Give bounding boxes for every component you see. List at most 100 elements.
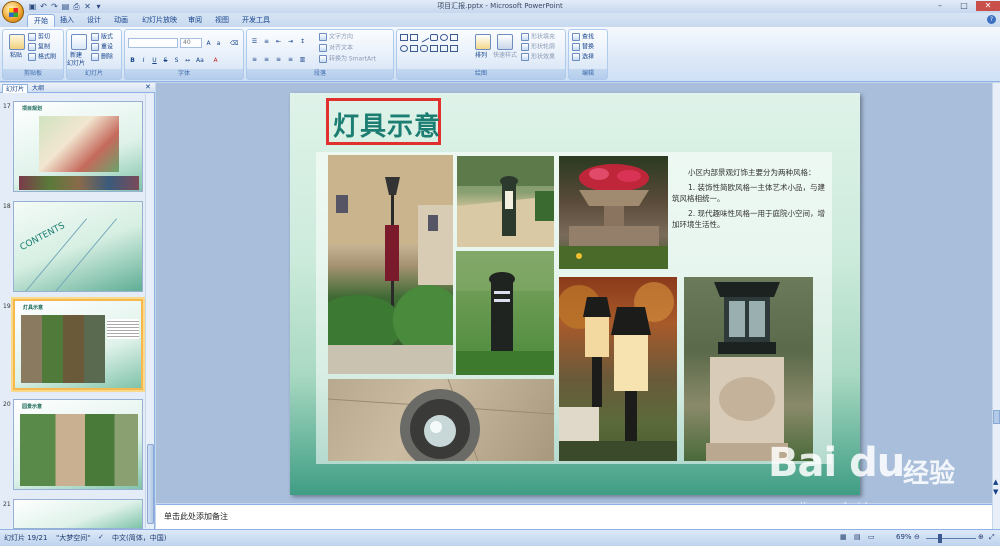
- scrollbar-thumb[interactable]: [993, 410, 1000, 424]
- tab-home[interactable]: 开始: [27, 14, 55, 27]
- font-size-field[interactable]: 40: [180, 38, 202, 48]
- street-lamp-photo[interactable]: [328, 155, 453, 374]
- more-shapes-icon[interactable]: [450, 45, 458, 52]
- slide-title[interactable]: 灯具示意: [333, 106, 441, 143]
- spellcheck-icon[interactable]: ✓: [98, 533, 104, 541]
- zoom-out-icon[interactable]: ⊖: [914, 533, 920, 541]
- close-pane-icon[interactable]: ✕: [145, 83, 151, 91]
- help-icon[interactable]: ?: [987, 15, 996, 24]
- tab-slides[interactable]: 幻灯片: [2, 84, 29, 93]
- decrease-indent-icon[interactable]: ⇤: [274, 36, 283, 45]
- tab-developer[interactable]: 开发工具: [236, 14, 276, 27]
- tab-view[interactable]: 视图: [209, 14, 235, 27]
- format-painter-button[interactable]: 格式刷: [28, 53, 56, 62]
- shape-outline-button[interactable]: 形状轮廓: [521, 43, 555, 52]
- align-left-icon[interactable]: ≡: [250, 54, 259, 63]
- cut-button[interactable]: 剪切: [28, 33, 50, 42]
- replace-button[interactable]: 替换: [572, 43, 594, 52]
- inground-light-photo[interactable]: [328, 379, 554, 461]
- reset-button[interactable]: 重设: [91, 43, 113, 52]
- arrange-button[interactable]: 排列: [475, 52, 487, 60]
- circle-shape-icon[interactable]: [400, 45, 408, 52]
- callout-shape-icon[interactable]: [420, 45, 428, 52]
- bollard-lamp-photo[interactable]: [457, 156, 554, 247]
- slide-body-text[interactable]: 小区内部景观灯饰主要分为两种风格： 1. 装饰性简欧风格一主体艺术小品，与建筑风…: [672, 167, 827, 230]
- redo-icon[interactable]: ↷: [50, 2, 59, 11]
- star-shape-icon[interactable]: [440, 45, 448, 52]
- justify-icon[interactable]: ≡: [286, 54, 295, 63]
- zoom-in-icon[interactable]: ⊕: [978, 533, 984, 541]
- increase-indent-icon[interactable]: ⇥: [286, 36, 295, 45]
- print-icon[interactable]: ⎙: [72, 2, 81, 11]
- tab-review[interactable]: 审阅: [182, 14, 208, 27]
- language-indicator[interactable]: 中文(简体，中国): [112, 533, 166, 543]
- tab-outline[interactable]: 大纲: [29, 84, 47, 93]
- strikethrough-icon[interactable]: S: [161, 55, 170, 64]
- garden-bollard-photo[interactable]: [456, 251, 554, 375]
- rounded-rect-shape-icon[interactable]: [430, 34, 438, 41]
- font-name-field[interactable]: [128, 38, 178, 48]
- shape-fill-button[interactable]: 形状填充: [521, 33, 555, 42]
- line-shape-icon[interactable]: [418, 32, 430, 43]
- numbering-icon[interactable]: ≡: [262, 36, 271, 45]
- layout-button[interactable]: 版式: [91, 33, 113, 42]
- slides-pane-scrollbar[interactable]: [145, 94, 154, 528]
- zoom-slider-handle[interactable]: [938, 534, 942, 543]
- spacing-icon[interactable]: ↔: [183, 55, 192, 64]
- close-button[interactable]: ✕: [976, 1, 1000, 11]
- delete-slide-button[interactable]: 删除: [91, 53, 113, 62]
- open-icon[interactable]: ▤: [61, 2, 70, 11]
- textbox-shape-icon[interactable]: [410, 34, 418, 41]
- underline-icon[interactable]: U: [150, 55, 159, 64]
- clear-format-icon[interactable]: ⌫: [229, 38, 238, 47]
- line-spacing-icon[interactable]: ↕: [298, 36, 307, 45]
- zoom-level[interactable]: 69%: [896, 533, 912, 541]
- text-direction-button[interactable]: 文字方向: [319, 33, 353, 42]
- tab-insert[interactable]: 插入: [54, 14, 80, 27]
- new-slide-button[interactable]: 新建: [70, 52, 82, 60]
- copy-button[interactable]: 复制: [28, 43, 50, 52]
- rectangle-shape-icon[interactable]: [400, 34, 408, 41]
- paste-button[interactable]: 粘贴: [10, 52, 22, 60]
- minimize-button[interactable]: –: [928, 1, 952, 11]
- align-right-icon[interactable]: ≡: [274, 54, 283, 63]
- grow-font-icon[interactable]: A: [204, 38, 213, 47]
- slide-thumbnail-18[interactable]: CONTENTS: [13, 201, 143, 292]
- shrink-font-icon[interactable]: a: [214, 38, 223, 47]
- zoom-slider[interactable]: [926, 538, 976, 539]
- lantern-lamps-photo[interactable]: [559, 277, 677, 461]
- next-slide-icon[interactable]: ▼: [993, 488, 998, 496]
- find-button[interactable]: 查找: [572, 33, 594, 42]
- change-case-icon[interactable]: Aa: [195, 55, 204, 64]
- quick-styles-button[interactable]: 快速样式: [493, 52, 517, 60]
- prev-slide-icon[interactable]: ▲: [993, 478, 998, 486]
- pillar-lantern-photo[interactable]: [684, 277, 813, 461]
- shadow-icon[interactable]: S: [172, 55, 181, 64]
- slide-thumbnail-17[interactable]: 项目规划: [13, 101, 143, 192]
- oval-shape-icon[interactable]: [440, 34, 448, 41]
- close-doc-icon[interactable]: ✕: [83, 2, 92, 11]
- align-center-icon[interactable]: ≡: [262, 54, 271, 63]
- bold-icon[interactable]: B: [128, 55, 137, 64]
- arrow-shape-icon[interactable]: [410, 45, 418, 52]
- bullets-icon[interactable]: ☰: [250, 36, 259, 45]
- shape-effects-button[interactable]: 形状效果: [521, 53, 555, 62]
- scrollbar-thumb[interactable]: [147, 444, 154, 524]
- square-shape-icon[interactable]: [450, 34, 458, 41]
- font-color-icon[interactable]: A: [211, 55, 220, 64]
- convert-smartart-button[interactable]: 转换为 SmartArt: [319, 55, 376, 64]
- italic-icon[interactable]: I: [139, 55, 148, 64]
- office-button[interactable]: [2, 1, 24, 23]
- editor-scrollbar[interactable]: ▲ ▼: [992, 83, 1000, 529]
- fit-window-icon[interactable]: ⤢: [989, 533, 995, 542]
- select-button[interactable]: 选择: [572, 53, 594, 62]
- columns-icon[interactable]: ▥: [298, 54, 307, 63]
- tab-animations[interactable]: 动画: [108, 14, 134, 27]
- sorter-view-icon[interactable]: ▤: [854, 533, 861, 541]
- tab-slideshow[interactable]: 幻灯片放映: [136, 14, 183, 27]
- slide-thumbnail-19[interactable]: 灯具示意: [13, 299, 143, 390]
- customize-qat-icon[interactable]: ▾: [94, 2, 103, 11]
- slideshow-view-icon[interactable]: ▭: [868, 533, 875, 541]
- slide-thumbnail-21[interactable]: [13, 499, 143, 529]
- slide-thumbnail-20[interactable]: 园景示意: [13, 399, 143, 490]
